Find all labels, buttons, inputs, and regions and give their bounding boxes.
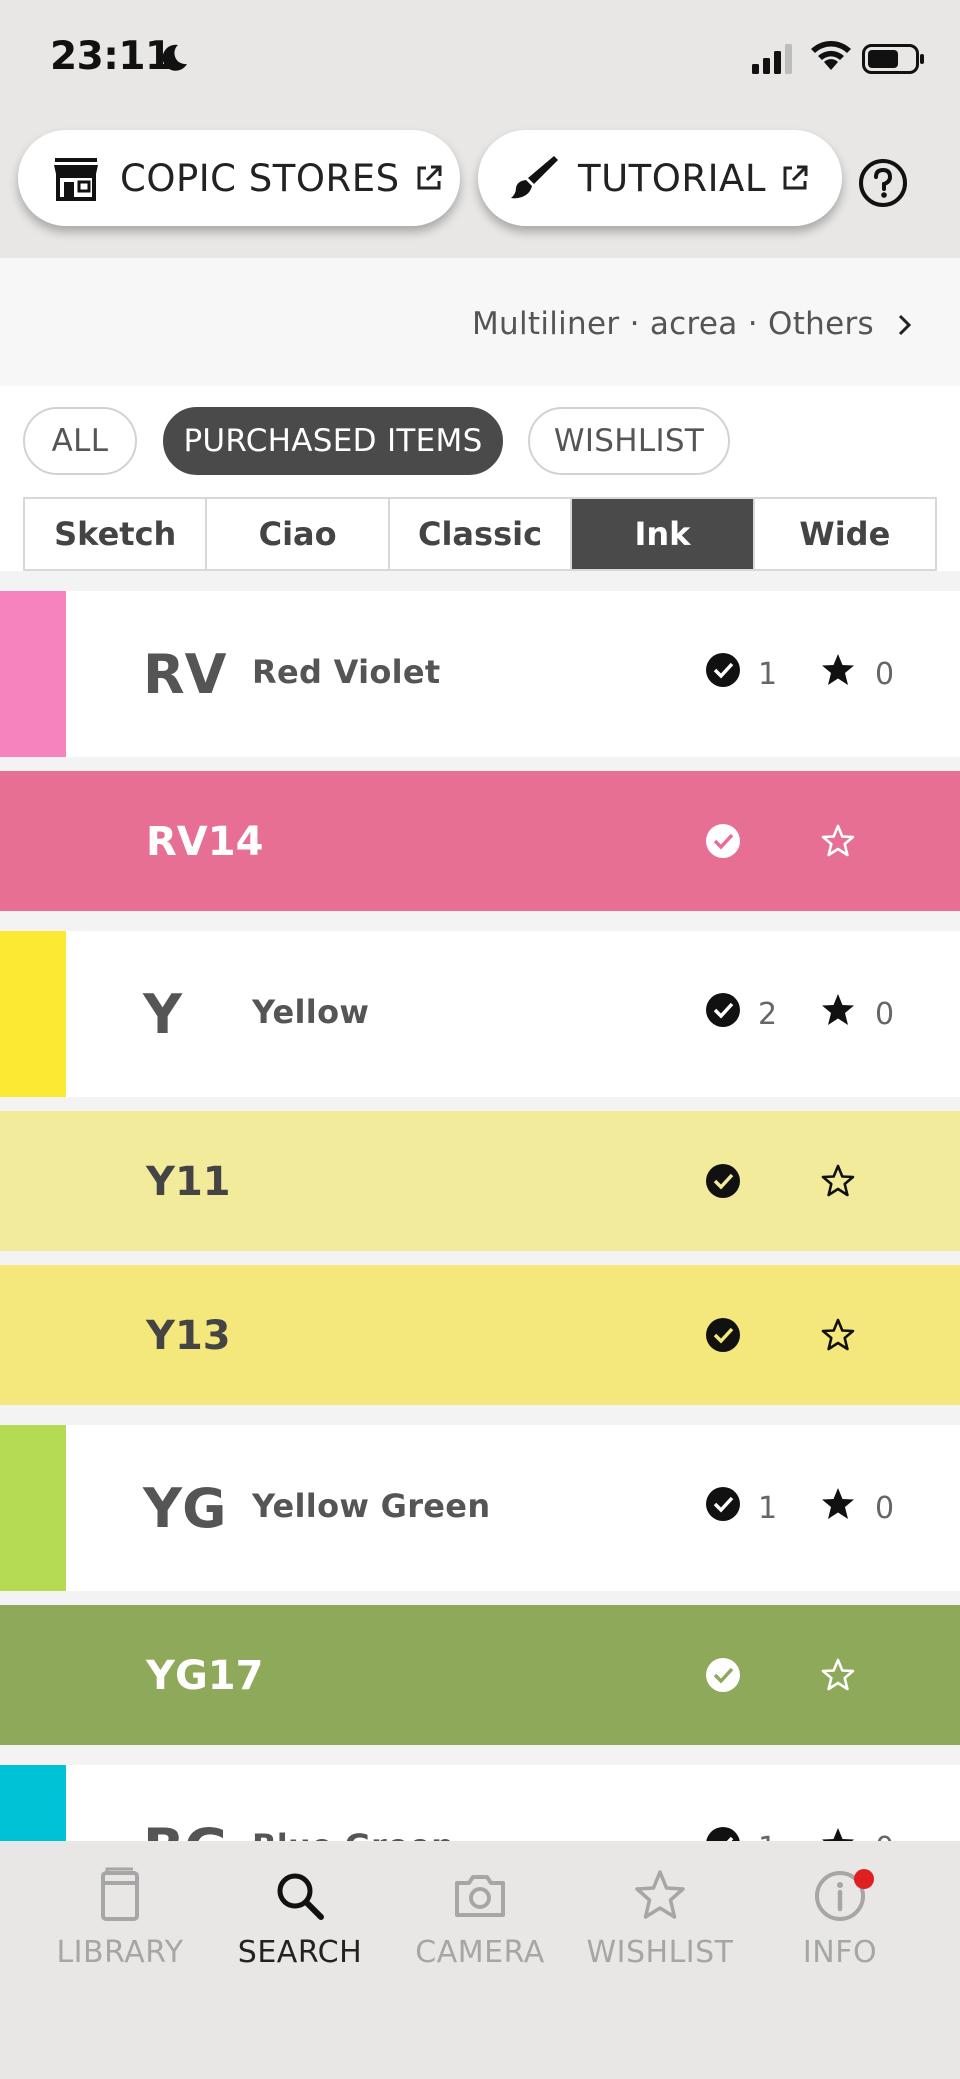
group-name: Yellow Green [252,1487,491,1525]
help-icon[interactable] [858,158,908,208]
nav-search[interactable]: SEARCH [210,1867,390,1970]
moon-icon [162,44,187,71]
nav-label-search: SEARCH [237,1935,363,1970]
color-list: RV Red Violet 1 0 RV14 Y Yellow 2 0 Y11 … [0,571,960,1841]
filter-chip-all[interactable]: ALL [23,407,137,475]
category-selector[interactable]: Multiliner · acrea · Others [0,258,960,386]
owned-check-icon [706,1487,740,1521]
color-group-row[interactable]: Y Yellow 2 0 [0,931,960,1097]
star-outline-icon[interactable] [820,1317,856,1353]
group-code: RV [143,643,227,706]
nav-label-info: INFO [802,1935,878,1970]
owned-check-icon [706,993,740,1027]
star-filled-icon [822,1828,854,1841]
chevron-right-icon [898,314,912,336]
wish-count: 0 [875,1491,895,1526]
color-row[interactable]: YG17 [0,1605,960,1745]
owned-check-icon[interactable] [705,823,741,859]
wish-count: 0 [875,1831,894,1841]
filter-chip-wishlist[interactable]: WISHLIST [528,407,730,475]
star-filled-icon [822,994,854,1025]
brush-icon [511,156,558,199]
group-name: Blue Green [252,1827,454,1841]
wish-count: 0 [875,657,895,692]
group-swatch [0,1765,66,1841]
wifi-icon [811,41,851,70]
color-code: YG17 [146,1653,264,1699]
external-link-icon [417,165,442,190]
external-link-icon [783,165,808,190]
notification-badge [854,1869,874,1889]
battery-icon [862,44,924,74]
star-filled-icon [822,654,854,685]
owned-check-icon[interactable] [705,1317,741,1353]
copic-stores-label: COPIC STORES [120,156,400,200]
filter-area: ALL PURCHASED ITEMS WISHLIST Sketch Ciao… [0,386,960,571]
color-group-row[interactable]: RV Red Violet 1 0 [0,591,960,757]
nav-camera[interactable]: CAMERA [390,1867,570,1970]
color-code: Y13 [146,1313,231,1359]
nav-wishlist[interactable]: WISHLIST [570,1867,750,1970]
owned-check-icon[interactable] [705,1657,741,1693]
group-name: Yellow [252,993,370,1031]
tutorial-label: TUTORIAL [578,156,766,200]
owned-count: 1 [758,1491,778,1526]
group-code: Y [143,983,183,1046]
book-icon [101,1867,139,1921]
owned-check-icon[interactable] [705,1163,741,1199]
color-row[interactable]: Y13 [0,1265,960,1405]
marker-type-tabs: Sketch Ciao Classic Ink Wide [23,497,937,571]
owned-count: 2 [758,997,778,1032]
star-outline-icon[interactable] [820,1657,856,1693]
nav-label-camera: CAMERA [415,1935,545,1970]
star-filled-icon [822,1488,854,1519]
tab-ciao[interactable]: Ciao [207,499,390,569]
star-outline-icon[interactable] [820,823,856,859]
bottom-nav: LIBRARY SEARCH CAMERA WISHLIST INFO [0,1841,960,2079]
status-bar: 23:11 [0,0,960,120]
tab-classic[interactable]: Classic [390,499,573,569]
wish-count: 0 [875,997,895,1032]
tab-wide[interactable]: Wide [755,499,935,569]
tab-sketch[interactable]: Sketch [25,499,208,569]
nav-library[interactable]: LIBRARY [30,1867,210,1970]
search-icon [277,1873,324,1920]
group-code: YG [143,1477,227,1540]
star-outline-icon[interactable] [820,1163,856,1199]
status-time: 23:11 [50,34,172,79]
star-icon [635,1870,685,1919]
group-swatch [0,1425,66,1591]
owned-count: 1 [758,657,778,692]
color-row[interactable]: Y11 [0,1111,960,1251]
color-group-row[interactable]: BG Blue Green 1 0 [0,1765,960,1841]
camera-icon [455,1875,505,1917]
color-group-row[interactable]: YG Yellow Green 1 0 [0,1425,960,1591]
group-swatch [0,591,66,757]
tutorial-button[interactable]: TUTORIAL [478,130,842,226]
nav-label-wishlist: WISHLIST [586,1935,734,1970]
color-code: Y11 [146,1159,231,1205]
copic-stores-button[interactable]: COPIC STORES [18,130,460,226]
group-name: Red Violet [252,653,441,691]
group-code: BG [143,1817,228,1841]
owned-count: 1 [758,1831,777,1841]
category-label: Multiliner · acrea · Others [471,306,874,342]
store-icon [54,158,98,201]
color-code: RV14 [146,819,264,865]
owned-check-icon [706,653,740,687]
nav-info[interactable]: INFO [750,1867,930,1970]
group-swatch [0,931,66,1097]
nav-label-library: LIBRARY [56,1935,184,1970]
color-row[interactable]: RV14 [0,771,960,911]
cellular-signal-icon [752,44,792,74]
filter-chip-purchased[interactable]: PURCHASED ITEMS [163,407,503,475]
tab-ink[interactable]: Ink [572,499,755,569]
owned-check-icon [706,1827,740,1841]
